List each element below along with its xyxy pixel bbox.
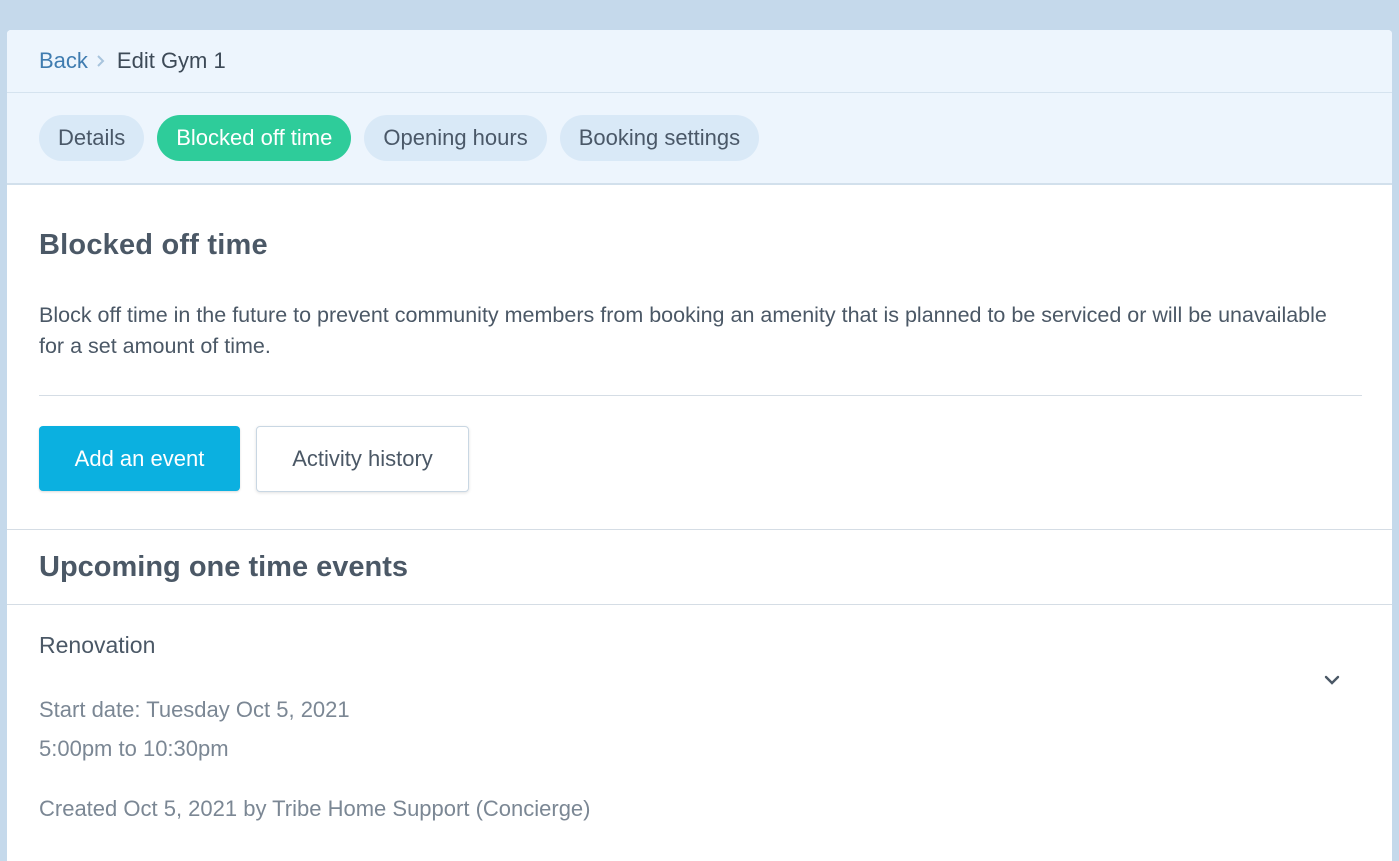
edit-gym-card: Back Edit Gym 1 Details Blocked off time… — [7, 30, 1392, 861]
tab-bar: Details Blocked off time Opening hours B… — [7, 93, 1392, 185]
event-item: Renovation Start date: Tuesday Oct 5, 20… — [7, 632, 1392, 822]
blocked-off-time-section: Blocked off time Block off time in the f… — [7, 229, 1392, 492]
chevron-down-icon[interactable] — [1320, 668, 1344, 692]
action-buttons: Add an event Activity history — [39, 426, 1362, 492]
section-title: Blocked off time — [39, 229, 268, 261]
tab-blocked-off-time[interactable]: Blocked off time — [157, 115, 352, 161]
tab-details[interactable]: Details — [39, 115, 145, 161]
add-event-button[interactable]: Add an event — [39, 426, 240, 491]
breadcrumb: Back Edit Gym 1 — [7, 30, 1392, 93]
divider — [39, 395, 1362, 396]
tab-opening-hours[interactable]: Opening hours — [364, 115, 547, 161]
event-name: Renovation — [39, 632, 156, 658]
section-description: Block off time in the future to prevent … — [39, 303, 1327, 358]
events-header: Upcoming one time events — [7, 529, 1392, 605]
event-time-range: 5:00pm to 10:30pm — [39, 736, 229, 761]
chevron-right-icon — [96, 54, 105, 68]
breadcrumb-back-link[interactable]: Back — [39, 48, 88, 74]
breadcrumb-current: Edit Gym 1 — [116, 48, 226, 73]
tab-booking-settings[interactable]: Booking settings — [559, 115, 760, 161]
event-created-info: Created Oct 5, 2021 by Tribe Home Suppor… — [39, 796, 591, 821]
event-start-date: Start date: Tuesday Oct 5, 2021 — [39, 697, 350, 722]
activity-history-button[interactable]: Activity history — [256, 426, 469, 492]
events-title: Upcoming one time events — [39, 550, 409, 583]
